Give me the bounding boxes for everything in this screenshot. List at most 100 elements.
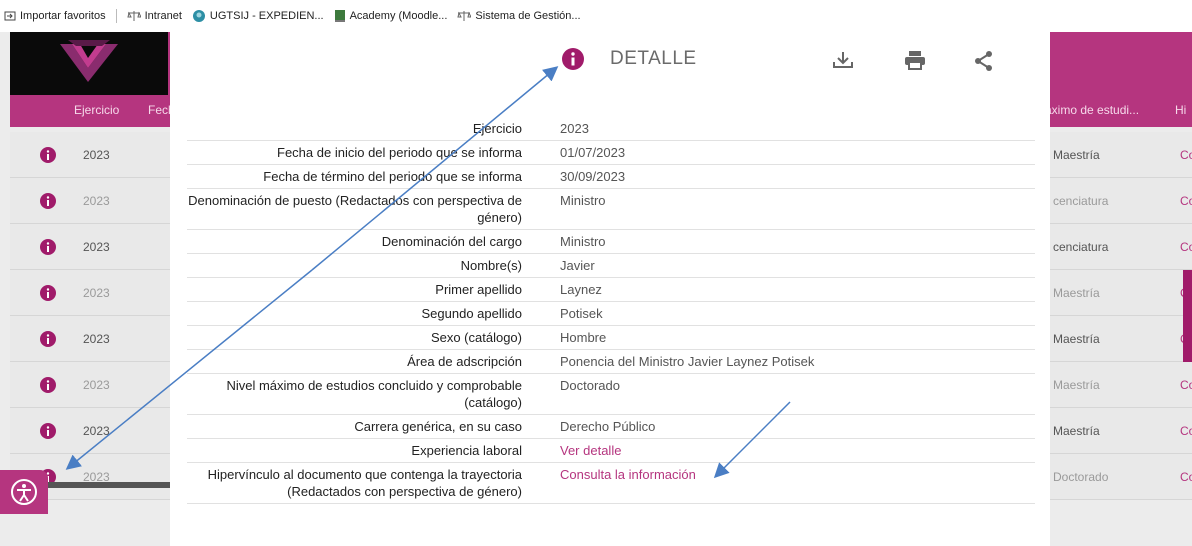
header-nivel-estudios[interactable]: áximo de estudi... <box>1045 103 1139 117</box>
info-icon[interactable] <box>40 331 56 347</box>
detail-value: Ministro <box>560 234 606 249</box>
cell-hipervinculo[interactable]: Co <box>1180 194 1192 208</box>
detail-value: Doctorado <box>560 378 620 393</box>
detail-label: Carrera genérica, en su caso <box>354 419 522 434</box>
info-icon[interactable] <box>40 239 56 255</box>
cell-year: 2023 <box>83 194 110 208</box>
bookmark-academy[interactable]: Academy (Moodle... <box>334 9 448 23</box>
detail-row: Carrera genérica, en su caso Derecho Públ… <box>187 415 1035 439</box>
info-icon[interactable] <box>40 423 56 439</box>
detail-modal: DETALLE Ejercicio 2023 Fecha de inicio de… <box>170 32 1050 546</box>
bookmark-label: Importar favoritos <box>20 10 106 22</box>
detail-value: Javier <box>560 258 595 273</box>
import-icon <box>4 11 16 21</box>
info-icon[interactable] <box>40 193 56 209</box>
detail-label: Segundo apellido <box>421 306 522 321</box>
header-hipervinculo[interactable]: Hi <box>1175 103 1186 117</box>
cell-nivel: Doctorado <box>1053 470 1109 484</box>
consulta-informacion-link[interactable]: Consulta la información <box>560 467 696 482</box>
cell-hipervinculo[interactable]: Co <box>1180 148 1192 162</box>
bookmark-ugtsij[interactable]: UGTSIJ - EXPEDIEN... <box>192 9 324 23</box>
cell-year: 2023 <box>83 148 110 162</box>
scale-icon <box>457 11 472 21</box>
download-icon[interactable] <box>832 50 854 70</box>
detail-value: Ponencia del Ministro Javier Laynez Poti… <box>560 354 815 369</box>
print-icon[interactable] <box>904 50 926 70</box>
cell-nivel: cenciatura <box>1053 240 1109 254</box>
detail-value: Laynez <box>560 282 602 297</box>
detail-label: Experiencia laboral <box>411 443 522 458</box>
detail-label: Nivel máximo de estudios concluido y com… <box>226 378 522 410</box>
detail-label: Ejercicio <box>472 121 522 136</box>
ugtsij-icon <box>192 10 205 22</box>
ver-detalle-link[interactable]: Ver detalle <box>560 443 621 458</box>
info-icon[interactable] <box>40 147 56 163</box>
row-accent <box>1183 316 1192 362</box>
info-icon[interactable] <box>40 377 56 393</box>
detail-label: Hipervínculo al documento que contenga l… <box>207 467 522 499</box>
cell-nivel: Maestría <box>1053 424 1100 438</box>
cell-nivel: cenciatura <box>1053 194 1109 208</box>
bookmark-label: Intranet <box>144 10 182 22</box>
row-accent <box>1183 270 1192 316</box>
detail-row: Primer apellido Laynez <box>187 278 1035 302</box>
bookmark-intranet[interactable]: Intranet <box>126 10 182 22</box>
detail-row: Segundo apellido Potisek <box>187 302 1035 326</box>
detail-label: Denominación de puesto (Redactados con p… <box>188 193 522 225</box>
detail-value: Potisek <box>560 306 603 321</box>
detail-value: Ministro <box>560 193 606 208</box>
detail-table: Ejercicio 2023 Fecha de inicio del period… <box>187 117 1035 504</box>
bookmark-divider <box>115 9 117 23</box>
detail-row: Nombre(s) Javier <box>187 254 1035 278</box>
accessibility-button[interactable] <box>0 470 48 514</box>
detail-value: 01/07/2023 <box>560 145 626 160</box>
cell-hipervinculo[interactable]: Co <box>1180 470 1192 484</box>
detail-row: Denominación de puesto (Redactados con p… <box>187 189 1035 230</box>
detail-row: Sexo (catálogo) Hombre <box>187 326 1035 350</box>
detail-row: Hipervínculo al documento que contenga l… <box>187 463 1035 504</box>
cell-nivel: Maestría <box>1053 148 1100 162</box>
bookmarks-bar: Importar favoritos Intranet UGTSIJ - EXP… <box>0 0 1192 32</box>
detail-label: Fecha de término del periodo que se info… <box>263 169 522 184</box>
detail-label: Fecha de inicio del periodo que se infor… <box>277 145 522 160</box>
detail-label: Nombre(s) <box>460 258 522 273</box>
detail-label: Denominación del cargo <box>381 234 522 249</box>
cell-hipervinculo[interactable]: Co <box>1180 424 1192 438</box>
modal-title: DETALLE <box>610 48 697 69</box>
cell-nivel: Maestría <box>1053 332 1100 346</box>
detail-row: Fecha de término del periodo que se info… <box>187 165 1035 189</box>
bookmark-label: UGTSIJ - EXPEDIEN... <box>209 10 324 22</box>
bookmark-label: Academy (Moodle... <box>349 10 448 22</box>
accessibility-icon <box>11 479 37 505</box>
bookmark-label: Sistema de Gestión... <box>475 10 581 22</box>
modal-header: DETALLE <box>170 32 1050 92</box>
share-icon[interactable] <box>974 50 994 72</box>
cell-year: 2023 <box>83 424 110 438</box>
header-ejercicio[interactable]: Ejercicio <box>74 103 119 117</box>
cell-hipervinculo[interactable]: Co <box>1180 240 1192 254</box>
detail-value: Derecho Público <box>560 419 656 434</box>
cell-year: 2023 <box>83 240 110 254</box>
detail-label: Primer apellido <box>435 282 522 297</box>
bookmark-sistema-gestion[interactable]: Sistema de Gestión... <box>457 10 581 22</box>
detail-row: Experiencia laboral Ver detalle <box>187 439 1035 463</box>
detail-label: Sexo (catálogo) <box>430 330 522 345</box>
info-icon[interactable] <box>40 285 56 301</box>
detail-row: Fecha de inicio del periodo que se infor… <box>187 141 1035 165</box>
cell-nivel: Maestría <box>1053 286 1100 300</box>
detail-row: Ejercicio 2023 <box>187 117 1035 141</box>
site-logo <box>10 32 168 95</box>
cell-year: 2023 <box>83 286 110 300</box>
cell-year: 2023 <box>83 378 110 392</box>
cell-hipervinculo[interactable]: Co <box>1180 378 1192 392</box>
detail-label: Área de adscripción <box>407 354 522 369</box>
detail-row: Denominación del cargo Ministro <box>187 230 1035 254</box>
academy-icon <box>334 10 345 22</box>
bookmark-importar-favoritos[interactable]: Importar favoritos <box>4 10 106 22</box>
detail-value: 2023 <box>560 121 589 136</box>
detail-row: Área de adscripción Ponencia del Ministro… <box>187 350 1035 374</box>
cell-year: 2023 <box>83 332 110 346</box>
info-icon <box>562 48 584 70</box>
detail-value: Hombre <box>560 330 607 345</box>
cell-nivel: Maestría <box>1053 378 1100 392</box>
